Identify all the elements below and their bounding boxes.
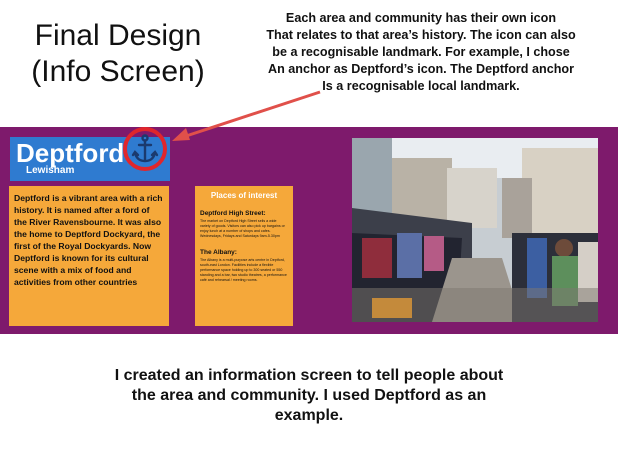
slide-title-line-1: Final Design [34, 19, 202, 52]
caption-line: I created an information screen to tell … [114, 367, 504, 384]
anchor-icon [131, 134, 159, 163]
anchor-highlight-circle [123, 127, 167, 171]
place-name: Deptford High Street: [200, 210, 266, 217]
place-name: The Albany: [200, 249, 237, 256]
places-of-interest-panel: Places of interest Deptford High Street:… [195, 186, 293, 326]
explanation-note: Each area and community has their own ic… [235, 10, 607, 95]
slide-title-line-2: (Info Screen) [31, 55, 205, 88]
place-details: The market on Deptford High Street sells… [200, 219, 285, 238]
note-line: That relates to that area’s history. The… [266, 28, 576, 42]
borough-name: Lewisham [26, 165, 75, 176]
caption-line: the area and community. I used Deptford … [131, 387, 487, 404]
note-line: be a recognisable landmark. For example,… [272, 45, 570, 59]
street-market-photo [352, 138, 598, 322]
note-line: An anchor as Deptford’s icon. The Deptfo… [267, 62, 574, 76]
places-heading: Places of interest [210, 191, 278, 200]
slide-title: Final Design (Info Screen) [18, 18, 218, 90]
area-description-panel: Deptford is a vibrant area with a rich h… [9, 186, 169, 326]
slide-caption: I created an information screen to tell … [50, 366, 568, 426]
pointer-arrow [172, 90, 321, 141]
place-details: The Albany is a multi-purpose arts centr… [200, 258, 287, 282]
caption-line: example. [274, 407, 344, 424]
note-line: Each area and community has their own ic… [285, 11, 557, 25]
area-description: Deptford is a vibrant area with a rich h… [14, 193, 163, 287]
